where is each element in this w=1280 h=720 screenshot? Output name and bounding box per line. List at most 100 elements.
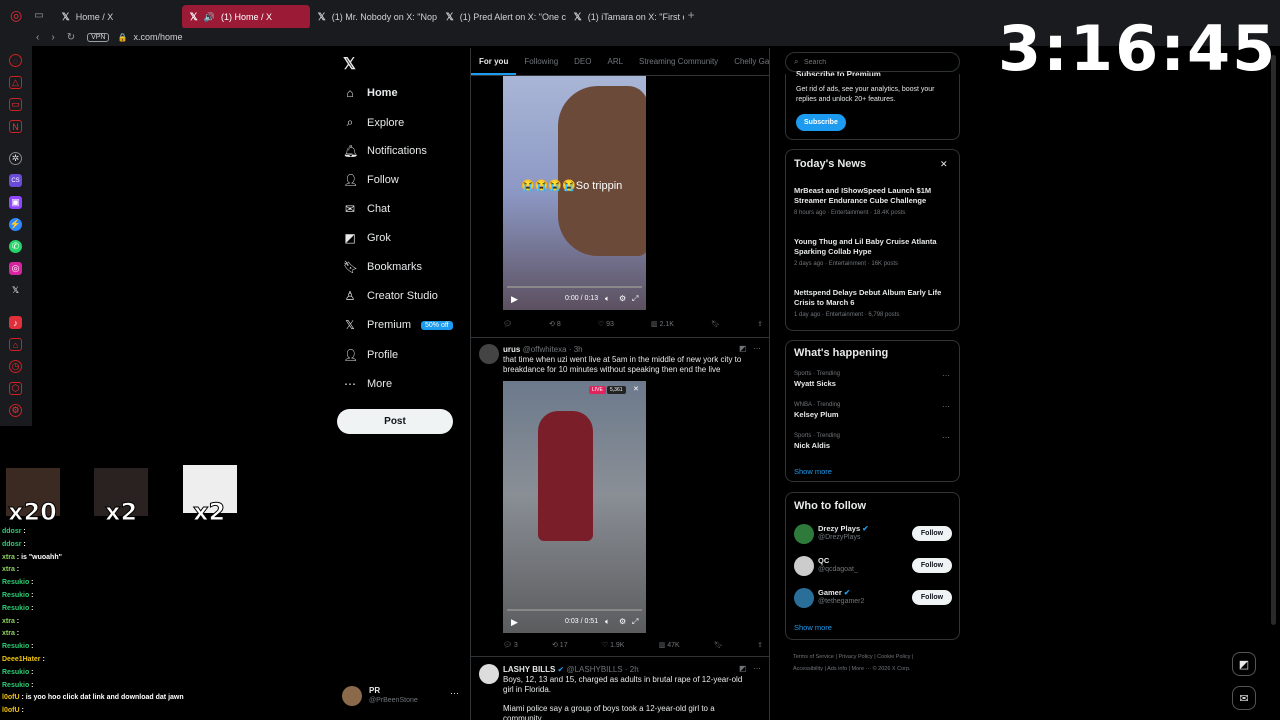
nav-bookmarks[interactable]: 🔖︎ Bookmarks	[343, 260, 422, 274]
more-icon[interactable]: ⋯	[942, 402, 950, 411]
chatgpt-icon[interactable]: ✲	[9, 152, 22, 165]
music-icon[interactable]: ♪	[9, 316, 22, 329]
reply-button[interactable]: 💬︎ 3	[503, 641, 518, 649]
author-name[interactable]: urus	[503, 345, 520, 354]
views-button[interactable]: ▥ 47K	[659, 641, 680, 649]
nav-more[interactable]: ⋯ More	[343, 377, 392, 391]
opera-logo-icon[interactable]: ◎	[10, 7, 22, 24]
forward-icon[interactable]: ›	[51, 32, 54, 43]
settings-icon[interactable]: ⚙	[619, 294, 626, 303]
author-handle[interactable]: @offwhitexa	[523, 345, 567, 354]
follow-button[interactable]: Follow	[912, 526, 952, 541]
new-tab-icon[interactable]: +	[688, 8, 695, 22]
settings-icon[interactable]: ⚙	[9, 404, 22, 417]
grok-icon[interactable]: ◩	[739, 664, 747, 673]
author-name[interactable]: LASHY BILLS	[503, 665, 555, 674]
more-icon[interactable]: ⋯	[942, 433, 950, 442]
vpn-badge[interactable]: VPN	[87, 32, 110, 42]
whatsapp-icon[interactable]: ✆	[9, 240, 22, 253]
show-more-link[interactable]: Show more	[794, 467, 832, 476]
pin-icon[interactable]: ⌂	[9, 338, 22, 351]
messages-float-button[interactable]: ✉	[1232, 686, 1256, 710]
tab-streaming-community[interactable]: Streaming Community	[631, 48, 726, 75]
tab-chelly-gang[interactable]: Chelly Gang	[726, 48, 769, 75]
url-field[interactable]: x.com/home	[133, 32, 182, 42]
trend-item[interactable]: Sports · Trending Wyatt Sicks	[794, 371, 954, 388]
tab-home-active[interactable]: 𝕏 🔊 (1) Home / X	[181, 5, 310, 29]
suggested-user[interactable]: QC @qcdagoat_ Follow	[794, 556, 954, 578]
more-icon[interactable]: ⋯	[753, 344, 761, 353]
nav-profile[interactable]: 👤︎ Profile	[343, 348, 398, 362]
close-icon[interactable]: ✕	[633, 385, 639, 393]
messenger-icon[interactable]: ⚡	[9, 218, 22, 231]
workspaces-icon[interactable]: ▭	[34, 10, 43, 21]
tab-following[interactable]: Following	[516, 48, 566, 75]
subscribe-button[interactable]: Subscribe	[796, 114, 846, 131]
post-button[interactable]: Post	[337, 409, 453, 434]
tab-arl[interactable]: ARL	[599, 48, 631, 75]
back-icon[interactable]: ‹	[36, 32, 39, 43]
extensions-icon[interactable]: ⬡	[9, 382, 22, 395]
repost-button[interactable]: ⟲ 8	[549, 320, 561, 328]
cs-icon[interactable]: CS	[9, 174, 22, 187]
search-box[interactable]: ⌕	[785, 52, 960, 72]
suggested-user[interactable]: Gamer ✔ @tethegamer2 Follow	[794, 588, 954, 610]
avatar[interactable]	[479, 664, 499, 684]
tweet-video[interactable]: LIVE 5,361 ✕ ▶ 0:03 / 0:51 🔈︎ ⚙ ⤢	[503, 381, 646, 633]
nav-follow[interactable]: 👤︎ Follow	[343, 173, 399, 187]
x-icon[interactable]: 𝕏	[9, 284, 22, 297]
grok-icon[interactable]: ◩	[739, 344, 747, 353]
scrollbar[interactable]	[1271, 55, 1276, 625]
share-icon[interactable]: ⇪	[757, 320, 763, 328]
tab-home[interactable]: 𝕏 Home / X	[54, 5, 182, 29]
footer-line[interactable]: Terms of Service | Privacy Policy | Cook…	[793, 651, 963, 663]
author-handle[interactable]: @LASHYBILLS	[566, 665, 622, 674]
video-progress-bar[interactable]	[507, 286, 642, 288]
news-icon[interactable]: N	[9, 120, 22, 133]
nav-premium[interactable]: 𝕏 Premium 50% off	[343, 318, 453, 332]
avatar[interactable]	[479, 344, 499, 364]
twitch-icon[interactable]: ▣	[9, 196, 22, 209]
nav-notifications[interactable]: 🔔︎ Notifications	[343, 144, 427, 158]
account-switcher[interactable]: PR @PrBeenStone ⋯	[342, 686, 460, 708]
trend-item[interactable]: WNBA · Trending Kelsey Plum	[794, 402, 954, 419]
tab-pred-alert[interactable]: 𝕏 (1) Pred Alert on X: "One c	[438, 5, 566, 29]
suggested-user[interactable]: Drezy Plays ✔ @DrezyPlays Follow	[794, 524, 954, 546]
nav-grok[interactable]: ◩ Grok	[343, 231, 391, 245]
tab-mr-nobody[interactable]: 𝕏 (1) Mr. Nobody on X: "Nop	[310, 5, 438, 29]
player-icon[interactable]: ▭	[9, 98, 22, 111]
reply-icon[interactable]: 💬︎	[503, 320, 512, 328]
search-input[interactable]	[804, 56, 954, 69]
tweet-video[interactable]: 😭😭😭😭So trippin ▶ 0:00 / 0:13 🔈︎ ⚙ ⤢	[503, 76, 646, 310]
volume-icon[interactable]: 🔈︎	[605, 617, 610, 627]
follow-button[interactable]: Follow	[912, 558, 952, 573]
tab-deo[interactable]: DEO	[566, 48, 599, 75]
nav-home[interactable]: ⌂ Home	[343, 86, 397, 100]
history-icon[interactable]: ◷	[9, 360, 22, 373]
nav-chat[interactable]: ✉ Chat	[343, 202, 390, 216]
news-item[interactable]: MrBeast and IShowSpeed Launch $1M Stream…	[794, 186, 949, 218]
speaker-icon[interactable]: 🔊	[204, 12, 215, 23]
close-icon[interactable]: ✕	[940, 159, 948, 170]
follow-button[interactable]: Follow	[912, 590, 952, 605]
views-button[interactable]: ▥ 2.1K	[651, 320, 674, 328]
nav-creator-studio[interactable]: ♙ Creator Studio	[343, 289, 438, 303]
fullscreen-icon[interactable]: ⤢	[632, 617, 638, 627]
show-more-link[interactable]: Show more	[794, 623, 832, 632]
trend-item[interactable]: Sports · Trending Nick Aldis	[794, 433, 954, 450]
fullscreen-icon[interactable]: ⤢	[632, 294, 638, 304]
tab-itamara[interactable]: 𝕏 (1) iTamara on X: "First ope	[566, 5, 684, 29]
footer-line[interactable]: Accessibility | Ads info | More ··· © 20…	[793, 663, 963, 675]
repost-button[interactable]: ⟲ 17	[552, 641, 568, 649]
play-icon[interactable]: ▶	[511, 617, 518, 628]
grok-float-button[interactable]: ◩	[1232, 652, 1256, 676]
play-icon[interactable]: ▶	[511, 294, 518, 305]
bookmark-icon[interactable]: 🔖︎	[714, 641, 723, 649]
news-item[interactable]: Nettspend Delays Debut Album Early Life …	[794, 288, 949, 320]
x-logo-icon[interactable]: 𝕏	[343, 54, 356, 74]
tab-for-you[interactable]: For you	[471, 48, 517, 75]
more-icon[interactable]: ⋯	[450, 688, 459, 699]
more-icon[interactable]: ⋯	[942, 371, 950, 380]
feature-icon[interactable]: △	[9, 76, 22, 89]
tweet-age[interactable]: · 2h	[625, 665, 639, 674]
